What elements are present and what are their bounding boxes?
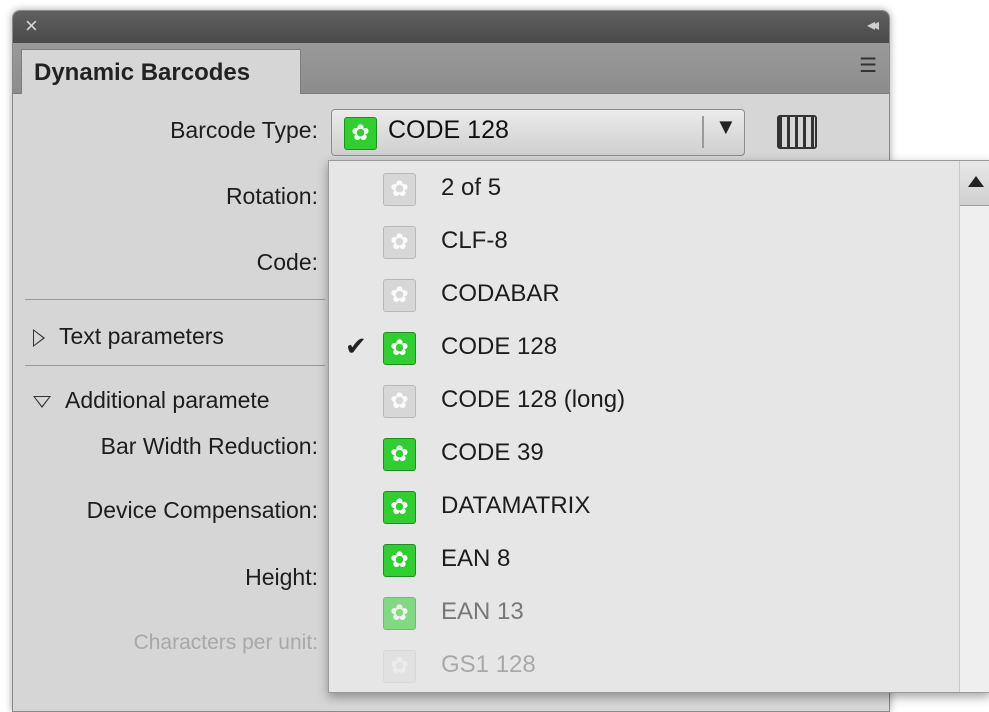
- panel-titlebar: × ◂◂: [13, 11, 889, 43]
- list-item[interactable]: ✿ 2 of 5: [329, 164, 959, 217]
- list-item[interactable]: ✿ CODE 39: [329, 429, 959, 482]
- list-item-label: DATAMATRIX: [441, 492, 591, 519]
- text-parameters-label: Text parameters: [59, 323, 224, 349]
- gear-icon: ✿: [383, 491, 416, 524]
- gear-icon: ✿: [383, 385, 416, 418]
- barcode-type-value: CODE 128: [388, 116, 509, 144]
- gear-icon: ✿: [383, 226, 416, 259]
- collapse-triangle-icon: [33, 395, 51, 408]
- list-item-label: CLF-8: [441, 227, 508, 254]
- height-label: Height:: [245, 564, 318, 590]
- tab-label: Dynamic Barcodes: [34, 59, 251, 86]
- rotation-label: Rotation:: [225, 183, 318, 209]
- gear-icon: ✿: [383, 438, 416, 471]
- list-item-label: GS1 128: [441, 651, 536, 678]
- list-item[interactable]: ✿ CODE 128 (long): [329, 376, 959, 429]
- panel-menu-icon[interactable]: ☰: [859, 53, 877, 78]
- list-item[interactable]: ✿ GS1 128: [329, 641, 959, 692]
- gear-icon: ✿: [383, 332, 416, 365]
- barcode-type-select[interactable]: ✿ CODE 128 ▼: [331, 109, 745, 156]
- check-icon: ✔: [345, 331, 367, 361]
- barcode-type-dropdown[interactable]: ✿ 2 of 5 ✿ CLF-8 ✿ CODABAR ✔ ✿ CODE 128 …: [328, 160, 989, 693]
- collapse-icon[interactable]: ◂◂: [867, 15, 879, 35]
- expand-triangle-icon: [33, 328, 45, 347]
- code-label: Code:: [256, 249, 318, 275]
- gear-icon: ✿: [383, 650, 416, 683]
- list-item-label: EAN 8: [441, 545, 511, 572]
- scroll-up-arrow-icon[interactable]: [960, 161, 989, 206]
- additional-parameters-label: Additional paramete: [65, 387, 270, 413]
- additional-parameters-section[interactable]: Additional paramete: [33, 387, 270, 414]
- dropdown-scrollbar[interactable]: [959, 161, 989, 692]
- characters-per-unit-label: Characters per unit:: [133, 631, 318, 654]
- preview-icon[interactable]: [777, 115, 817, 149]
- list-item-label: EAN 13: [441, 598, 524, 625]
- list-item-selected[interactable]: ✔ ✿ CODE 128: [329, 323, 959, 376]
- gear-icon: ✿: [383, 544, 416, 577]
- divider: [25, 365, 325, 366]
- list-item-label: CODE 39: [441, 439, 544, 466]
- barcode-type-label: Barcode Type:: [170, 117, 318, 143]
- divider: [25, 299, 325, 300]
- tab-dynamic-barcodes[interactable]: Dynamic Barcodes: [21, 49, 301, 94]
- select-separator: [702, 116, 704, 148]
- list-item-label: 2 of 5: [441, 174, 502, 201]
- gear-icon: ✿: [383, 173, 416, 206]
- gear-icon: ✿: [344, 117, 377, 150]
- list-item[interactable]: ✿ CLF-8: [329, 217, 959, 270]
- list-item-label: CODE 128: [441, 333, 558, 360]
- gear-icon: ✿: [383, 597, 416, 630]
- device-compensation-label: Device Compensation:: [86, 497, 318, 523]
- list-item[interactable]: ✿ EAN 8: [329, 535, 959, 588]
- list-item-label: CODE 128 (long): [441, 386, 626, 413]
- chevron-down-icon: ▼: [715, 114, 737, 139]
- list-item[interactable]: ✿ EAN 13: [329, 588, 959, 641]
- list-item-label: CODABAR: [441, 280, 560, 307]
- close-icon[interactable]: ×: [25, 13, 38, 39]
- text-parameters-section[interactable]: Text parameters: [33, 323, 224, 350]
- panel-tabbar: Dynamic Barcodes ☰: [13, 43, 889, 94]
- list-item[interactable]: ✿ CODABAR: [329, 270, 959, 323]
- list-item[interactable]: ✿ DATAMATRIX: [329, 482, 959, 535]
- gear-icon: ✿: [383, 279, 416, 312]
- bar-width-reduction-label: Bar Width Reduction:: [100, 433, 318, 459]
